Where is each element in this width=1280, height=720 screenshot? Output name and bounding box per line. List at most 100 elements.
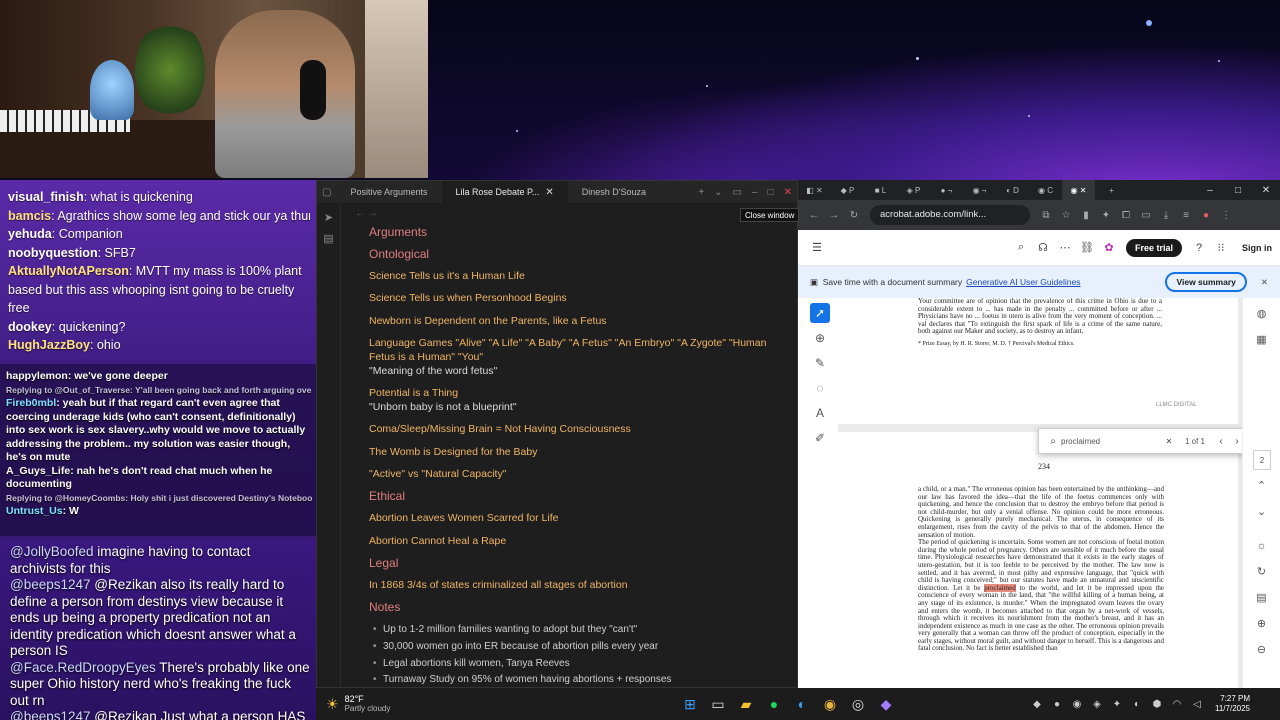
forward-icon[interactable]: → [824, 210, 844, 221]
notes-argument[interactable]: The Womb is Designed for the Baby [369, 445, 794, 459]
clock[interactable]: 7:27 PM 11/7/2025 [1215, 694, 1250, 714]
notes-section-heading[interactable]: Ontological [369, 247, 794, 269]
browser-tab[interactable]: ◆ P [831, 180, 864, 200]
close-tab-icon[interactable]: ✕ [545, 187, 553, 198]
find-input[interactable]: proclaimed [1061, 437, 1161, 446]
help-icon[interactable]: ? [1188, 242, 1210, 254]
sign-in-link[interactable]: Sign in [1242, 243, 1272, 253]
browser-tab[interactable]: ◈ P [897, 180, 930, 200]
edge-icon[interactable]: ◐ [788, 696, 816, 712]
tray-app-icon[interactable]: ◈ [1087, 699, 1107, 710]
ai-assistant-icon[interactable]: ✿ [1098, 241, 1120, 254]
prev-match-icon[interactable]: ‹ [1213, 436, 1229, 447]
browser-tab[interactable]: ◧ ✕ [798, 180, 831, 200]
puzzle-icon[interactable]: ⧠ [1116, 210, 1136, 221]
star-icon[interactable]: ☆ [1056, 210, 1076, 221]
view-summary-button[interactable]: View summary [1165, 272, 1247, 292]
layout-icon[interactable]: ▭ [728, 187, 747, 198]
notes-bullet[interactable]: Up to 1-2 million families wanting to ad… [369, 622, 794, 639]
tray-app-icon[interactable]: ◐ [1127, 699, 1147, 710]
zoom-out-icon[interactable]: ⊖ [1243, 640, 1280, 660]
start-icon[interactable]: ⊞ [676, 696, 704, 713]
weather-widget[interactable]: ☀ 82°F Partly cloudy [316, 694, 676, 714]
download-icon[interactable]: ⤓ [1156, 210, 1176, 221]
pages-icon[interactable]: ▤ [317, 232, 340, 245]
wifi-icon[interactable]: ◠ [1167, 699, 1187, 710]
new-tab-icon[interactable]: + [693, 187, 709, 198]
list-icon[interactable]: ≡ [1176, 210, 1196, 221]
browser-tab[interactable]: ◉ C [1029, 180, 1062, 200]
page-fit-icon[interactable]: ▤ [1243, 588, 1280, 608]
notes-argument[interactable]: Coma/Sleep/Missing Brain = Not Having Co… [369, 422, 794, 436]
task-view-icon[interactable]: ▭ [704, 696, 732, 713]
more-icon[interactable]: ⋯ [1054, 241, 1076, 254]
tray-app-icon[interactable]: ◉ [1067, 699, 1087, 710]
notes-bullet[interactable]: 30,000 women go into ER because of abort… [369, 639, 794, 656]
notes-argument[interactable]: "Active" vs "Natural Capacity" [369, 467, 794, 481]
page-down-icon[interactable]: ⌄ [1243, 502, 1280, 522]
notes-argument[interactable]: Potential is a Thing "Unborn baby is not … [369, 386, 794, 414]
thumbnails-icon[interactable]: ▦ [1243, 330, 1280, 350]
obs-icon[interactable]: ◎ [844, 696, 872, 713]
tray-app-icon[interactable]: ● [1047, 699, 1067, 710]
notes-bullet[interactable]: Legal abortions kill women, Tanya Reeves [369, 656, 794, 673]
browser-tab[interactable]: ◉ ¬ [963, 180, 996, 200]
more-icon[interactable]: ⋮ [1216, 210, 1236, 221]
tray-app-icon[interactable]: ✦ [1107, 699, 1127, 710]
free-trial-button[interactable]: Free trial [1125, 238, 1182, 257]
close-window-icon[interactable]: ✕ [779, 187, 797, 198]
zoom-in-icon[interactable]: ⊕ [1243, 614, 1280, 634]
notes-argument[interactable]: Science Tells us when Personhood Begins [369, 291, 794, 305]
comment-icon[interactable]: ◍ [1243, 304, 1280, 324]
doc-icon[interactable]: ▮ [1076, 210, 1096, 221]
zoom-tool-icon[interactable]: ⊕ [810, 328, 830, 348]
headset-icon[interactable]: ☊ [1032, 241, 1054, 254]
profile-avatar-icon[interactable]: ● [1196, 210, 1216, 221]
notes-bullet[interactable]: Turnaway Study on 95% of women having ab… [369, 672, 794, 685]
draw-tool-icon[interactable]: ✎ [810, 353, 830, 373]
lasso-tool-icon[interactable]: ◌ [810, 378, 830, 398]
notes-argument[interactable]: Abortion Leaves Women Scarred for Life [369, 511, 794, 525]
volume-icon[interactable]: ◁ [1187, 699, 1207, 710]
tab-dinesh-dsouza[interactable]: Dinesh D'Souza [568, 181, 660, 203]
next-match-icon[interactable]: › [1229, 436, 1242, 447]
close-banner-icon[interactable]: ✕ [1261, 277, 1268, 288]
brightness-icon[interactable]: ☼ [1243, 536, 1280, 556]
notes-section-heading[interactable]: Ethical [369, 489, 794, 511]
chrome-icon[interactable]: ◉ [816, 696, 844, 713]
tray-app-icon[interactable]: ◆ [1027, 699, 1047, 710]
page-up-icon[interactable]: ⌃ [1243, 476, 1280, 496]
text-tool-icon[interactable]: A [810, 403, 830, 423]
tab-lila-rose-debate[interactable]: Lila Rose Debate P... ✕ [441, 181, 568, 203]
spotify-icon[interactable]: ● [760, 696, 788, 712]
browser-tab[interactable]: ● ¬ [930, 180, 963, 200]
close-window-icon[interactable]: ✕ [1252, 185, 1280, 196]
send-icon[interactable]: ➤ [317, 211, 340, 224]
link-icon[interactable]: ⛓ [1076, 241, 1098, 254]
notes-argument[interactable]: Science Tells us it's a Human Life [369, 269, 794, 283]
back-icon[interactable]: ← [804, 210, 824, 221]
sign-tool-icon[interactable]: ✐ [810, 428, 830, 448]
clear-search-icon[interactable]: ✕ [1161, 437, 1177, 446]
search-icon[interactable]: ⌕ [1010, 241, 1032, 254]
maximize-icon[interactable]: □ [763, 187, 779, 198]
new-tab-icon[interactable]: + [1095, 180, 1128, 200]
split-icon[interactable]: ▭ [1136, 210, 1156, 221]
install-icon[interactable]: ⧉ [1036, 210, 1056, 221]
notes-app-icon[interactable]: ◆ [872, 696, 900, 713]
notes-argument[interactable]: Language Games "Alive" "A Life" "A Baby"… [369, 336, 794, 378]
menu-icon[interactable]: ☰ [806, 241, 828, 254]
browser-tab[interactable]: ◐ D [996, 180, 1029, 200]
notes-argument[interactable]: Abortion Cannot Heal a Rape [369, 534, 794, 548]
url-field[interactable]: acrobat.adobe.com/link... [870, 205, 1030, 225]
notes-argument[interactable]: In 1868 3/4s of states criminalized all … [369, 578, 794, 592]
minimize-icon[interactable]: – [1196, 185, 1224, 196]
file-explorer-icon[interactable]: ▰ [732, 696, 760, 713]
maximize-icon[interactable]: □ [1224, 185, 1252, 196]
minimize-icon[interactable]: – [747, 187, 763, 198]
tab-positive-arguments[interactable]: Positive Arguments [336, 181, 441, 203]
ai-guidelines-link[interactable]: Generative AI User Guidelines [966, 277, 1080, 287]
apps-grid-icon[interactable]: ⁝⁝ [1210, 241, 1232, 254]
notes-section-heading[interactable]: Legal [369, 556, 794, 578]
chevron-down-icon[interactable]: ⌄ [709, 187, 727, 198]
